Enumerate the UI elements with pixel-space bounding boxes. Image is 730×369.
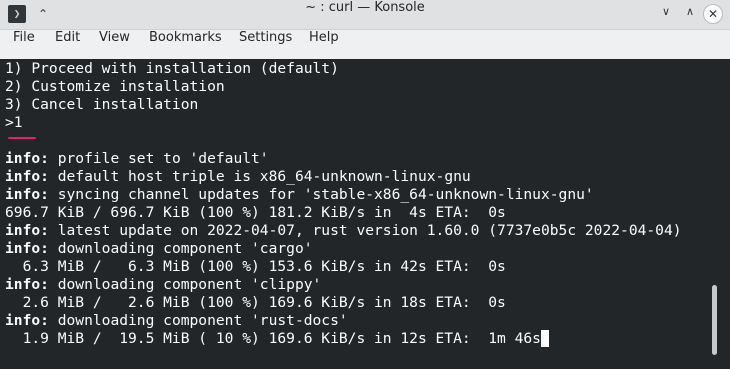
terminal-line: info: downloading component 'clippy' [5,276,322,293]
menu-view[interactable]: View [99,30,130,59]
input-underline [8,137,36,139]
menu-bar: File Edit View Bookmarks Settings Help [0,30,730,59]
konsole-window: ❯ ⌃ ~ : curl — Konsole ∨ ∧ ✕ File Edit V… [0,0,730,369]
terminal-line: 1.9 MiB / 19.5 MiB ( 10 %) 169.6 KiB/s i… [5,330,549,348]
terminal-line: info: downloading component 'cargo' [5,240,313,257]
maximize-icon[interactable]: ∧ [680,5,700,25]
terminal-line: info: profile set to 'default' [5,150,269,167]
menu-edit[interactable]: Edit [55,30,80,59]
menu-help[interactable]: Help [309,30,339,59]
terminal-line: info: syncing channel updates for 'stabl… [5,186,594,203]
window-title: ~ : curl — Konsole [305,0,425,15]
terminal-line: info: default host triple is x86_64-unkn… [5,168,471,185]
terminal-line: 6.3 MiB / 6.3 MiB (100 %) 153.6 KiB/s in… [5,258,506,275]
menu-bookmarks[interactable]: Bookmarks [149,30,222,59]
terminal-line: 696.7 KiB / 696.7 KiB (100 %) 181.2 KiB/… [5,204,506,221]
menu-file[interactable]: File [13,30,35,59]
terminal-line: 1) Proceed with installation (default) [5,60,339,77]
title-bar[interactable]: ❯ ⌃ ~ : curl — Konsole ∨ ∧ ✕ [0,0,730,30]
terminal-line: 2.6 MiB / 2.6 MiB (100 %) 169.6 KiB/s in… [5,294,506,311]
menu-settings[interactable]: Settings [239,30,292,59]
terminal-line: info: latest update on 2022-04-07, rust … [5,222,682,239]
terminal-scrollbar[interactable] [712,285,717,355]
terminal-line: 2) Customize installation [5,78,225,95]
terminal-line: >1 [5,114,23,131]
text-cursor [540,330,549,347]
terminal-line: 3) Cancel installation [5,96,199,113]
minimize-icon[interactable]: ∨ [656,5,676,25]
terminal-line: info: downloading component 'rust-docs' [5,312,348,329]
close-icon[interactable]: ✕ [703,4,723,24]
